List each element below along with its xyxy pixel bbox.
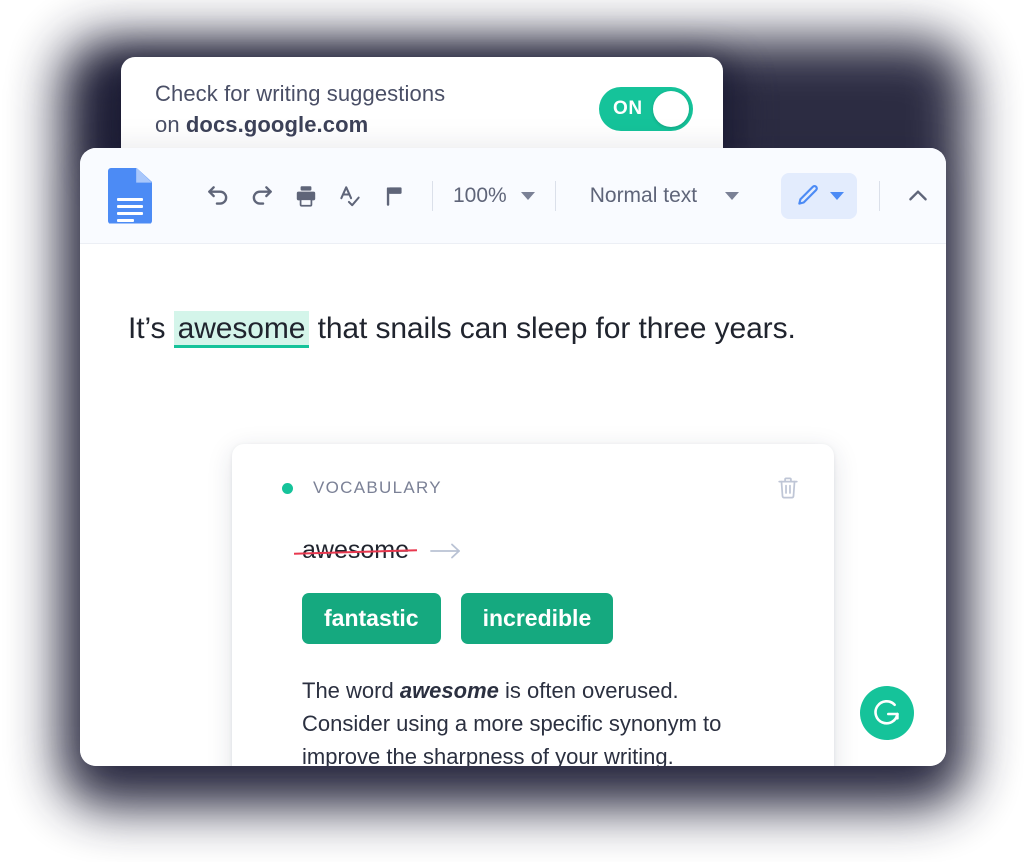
- undo-icon[interactable]: [196, 174, 240, 218]
- highlighted-word[interactable]: awesome: [173, 311, 310, 348]
- docs-icon-lines: [117, 197, 143, 226]
- popup-message: Check for writing suggestions on docs.go…: [155, 78, 599, 140]
- suggestion-card: VOCABULARY awesome fantastic incredible …: [232, 444, 834, 766]
- collapse-menus-icon[interactable]: [896, 174, 940, 218]
- grammarly-logo-icon: [874, 700, 899, 725]
- sentence-prefix: It’s: [128, 312, 174, 345]
- document-sentence[interactable]: It’s awesome that snails can sleep for t…: [128, 311, 796, 348]
- pencil-icon: [797, 184, 818, 205]
- chevron-down-icon-2: [725, 191, 740, 200]
- paint-format-icon[interactable]: [372, 174, 416, 218]
- print-icon[interactable]: [284, 174, 328, 218]
- paragraph-style-value: Normal text: [589, 183, 698, 207]
- toggle-knob: [653, 90, 689, 127]
- google-docs-icon[interactable]: [108, 167, 152, 226]
- toggle-state-label: ON: [613, 97, 643, 119]
- zoom-value: 100%: [453, 183, 507, 207]
- suggestion-explanation: The word awesome is often overused. Cons…: [282, 674, 752, 766]
- zoom-select[interactable]: 100%: [449, 184, 539, 208]
- category-dot-icon: [282, 482, 293, 494]
- spellcheck-icon[interactable]: [328, 174, 372, 218]
- original-word-row: awesome: [282, 536, 802, 565]
- sentence-suffix: that snails can sleep for three years.: [309, 312, 796, 345]
- chevron-down-icon-3: [829, 191, 844, 200]
- popup-line-1: Check for writing suggestions: [155, 80, 446, 106]
- redo-icon[interactable]: [240, 174, 284, 218]
- explanation-bold-word: awesome: [399, 678, 499, 703]
- suggestion-header: VOCABULARY: [282, 476, 802, 500]
- writing-suggestions-toggle[interactable]: ON: [599, 86, 693, 131]
- popup-domain: docs.google.com: [185, 111, 369, 137]
- suggestion-category: VOCABULARY: [313, 478, 442, 497]
- chevron-down-icon: [520, 191, 535, 200]
- toolbar-divider: [432, 180, 433, 211]
- replacement-chips: fantastic incredible: [282, 593, 802, 644]
- google-docs-window: 100% Normal text It’s awesome that snail…: [80, 148, 946, 766]
- toolbar-divider-3: [879, 180, 881, 211]
- toolbar-divider-2: [554, 180, 556, 211]
- screenshot-root: Check for writing suggestions on docs.go…: [0, 0, 1024, 862]
- replacement-chip-2[interactable]: incredible: [460, 593, 614, 644]
- original-word: awesome: [302, 536, 409, 564]
- popup-line-2-prefix: on: [155, 111, 186, 137]
- replacement-chip-1[interactable]: fantastic: [302, 593, 441, 644]
- editing-mode-button[interactable]: [781, 172, 858, 219]
- extension-popup: Check for writing suggestions on docs.go…: [121, 57, 723, 160]
- grammarly-fab-button[interactable]: [860, 686, 914, 740]
- explanation-prefix: The word: [302, 678, 400, 703]
- arrow-right-icon: [429, 541, 463, 561]
- paragraph-style-select[interactable]: Normal text: [586, 184, 743, 208]
- document-canvas: It’s awesome that snails can sleep for t…: [80, 244, 946, 766]
- docs-toolbar: 100% Normal text: [80, 148, 946, 244]
- trash-icon[interactable]: [774, 474, 802, 502]
